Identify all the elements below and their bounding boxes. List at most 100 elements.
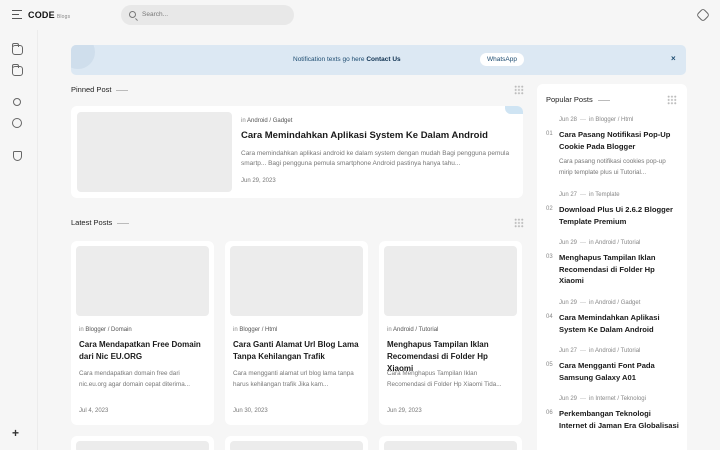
users-icon[interactable] bbox=[13, 98, 21, 106]
post-card[interactable]: in Blogger / Domain Cara Mendapatkan Fre… bbox=[71, 241, 214, 425]
category-link[interactable]: Blogger / Html bbox=[239, 327, 277, 333]
notification-message: Notification texts go here bbox=[293, 56, 365, 63]
pinned-thumbnail[interactable] bbox=[77, 112, 232, 192]
in-label: in bbox=[589, 240, 594, 246]
category-link[interactable]: Android / Gadget bbox=[247, 118, 292, 124]
popular-meta: Jun 29— in Internet / Teknologi bbox=[559, 396, 646, 402]
post-card-partial[interactable] bbox=[379, 436, 522, 450]
pinned-section-title: Pinned Post bbox=[71, 85, 128, 94]
post-category[interactable]: in Blogger / Domain bbox=[79, 327, 132, 333]
popular-number: 01 bbox=[546, 131, 553, 137]
post-card[interactable]: in Blogger / Html Cara Ganti Alamat Url … bbox=[225, 241, 368, 425]
category-link[interactable]: Blogger / Html bbox=[595, 117, 633, 123]
category-link[interactable]: Blogger / Domain bbox=[85, 327, 131, 333]
category-link[interactable]: Android / Tutorial bbox=[595, 348, 640, 354]
popular-number: 06 bbox=[546, 410, 553, 416]
logo-text: CODE bbox=[28, 10, 55, 20]
left-sidebar: + bbox=[0, 30, 38, 450]
post-thumbnail[interactable] bbox=[384, 246, 517, 316]
popular-meta: Jun 27— in Android / Tutorial bbox=[559, 348, 641, 354]
category-link[interactable]: Android / Tutorial bbox=[393, 327, 438, 333]
menu-icon[interactable] bbox=[12, 10, 22, 19]
popular-date: Jun 29 bbox=[559, 300, 578, 306]
popular-number: 05 bbox=[546, 362, 553, 368]
post-category[interactable]: in Android / Tutorial bbox=[387, 327, 438, 333]
popular-date: Jun 29 bbox=[559, 396, 578, 402]
category-link[interactable]: Android / Gadget bbox=[595, 300, 640, 306]
folder-icon[interactable] bbox=[12, 43, 23, 55]
popular-title[interactable]: Menghapus Tampilan Iklan Recomendasi di … bbox=[559, 252, 679, 287]
popular-date: Jun 27 bbox=[559, 192, 578, 198]
pinned-post-title[interactable]: Cara Memindahkan Aplikasi System Ke Dala… bbox=[241, 130, 488, 141]
post-thumbnail[interactable] bbox=[384, 441, 517, 450]
post-card-partial[interactable] bbox=[225, 436, 368, 450]
post-date: Jun 29, 2023 bbox=[387, 408, 422, 414]
popular-number: 02 bbox=[546, 206, 553, 212]
post-thumbnail[interactable] bbox=[76, 246, 209, 316]
popular-title[interactable]: Download Plus Ui 2.6.2 Blogger Template … bbox=[559, 204, 679, 227]
shield-icon[interactable] bbox=[13, 151, 22, 161]
pinned-post-snippet: Cara memindahkan aplikasi android ke dal… bbox=[241, 150, 510, 167]
search-placeholder: Search... bbox=[142, 11, 169, 18]
circle-icon[interactable] bbox=[12, 118, 22, 128]
popular-meta: Jun 28— in Blogger / Html bbox=[559, 117, 634, 123]
category-link[interactable]: Template bbox=[595, 192, 619, 198]
popular-date: Jun 27 bbox=[559, 348, 578, 354]
popular-snippet: Cara pasang notifikasi cookies pop-up mi… bbox=[559, 158, 666, 176]
add-icon[interactable]: + bbox=[12, 426, 19, 440]
category-link[interactable]: Android / Tutorial bbox=[595, 240, 640, 246]
post-thumbnail[interactable] bbox=[230, 441, 363, 450]
post-date: Jun 30, 2023 bbox=[233, 408, 268, 414]
top-header: CODE Blogs Search... bbox=[0, 0, 720, 30]
popular-date: Jun 28 bbox=[559, 117, 578, 123]
popular-meta: Jun 29— in Android / Tutorial bbox=[559, 240, 641, 246]
post-date: Jul 4, 2023 bbox=[79, 408, 109, 414]
pinned-badge bbox=[505, 106, 523, 114]
logo-sub: Blogs bbox=[56, 14, 71, 20]
in-label: in bbox=[589, 192, 594, 198]
close-icon[interactable]: × bbox=[671, 54, 676, 63]
theme-toggle-icon[interactable] bbox=[695, 7, 711, 23]
contact-us-link[interactable]: Contact Us bbox=[366, 56, 400, 63]
post-title[interactable]: Cara Mendapatkan Free Domain dari Nic EU… bbox=[79, 339, 207, 363]
in-label: in bbox=[589, 396, 594, 402]
popular-meta: Jun 29— in Android / Gadget bbox=[559, 300, 641, 306]
post-card[interactable]: in Android / Tutorial Menghapus Tampilan… bbox=[379, 241, 522, 425]
in-label: in bbox=[589, 117, 594, 123]
post-thumbnail[interactable] bbox=[76, 441, 209, 450]
popular-meta: Jun 27— in Template bbox=[559, 192, 620, 198]
popular-number: 03 bbox=[546, 254, 553, 260]
category-link[interactable]: Internet / Teknologi bbox=[595, 396, 646, 402]
latest-section-title: Latest Posts bbox=[71, 218, 129, 227]
post-snippet: Cara mengganti alamat url blog lama tanp… bbox=[233, 370, 354, 388]
post-thumbnail[interactable] bbox=[230, 246, 363, 316]
in-label: in bbox=[387, 327, 392, 333]
popular-posts-widget: Popular Posts Jun 28— in Blogger / Html 0… bbox=[537, 84, 687, 450]
popular-title[interactable]: Perkembangan Teknologi Internet di Jaman… bbox=[559, 408, 679, 431]
popular-title[interactable]: Cara Mengganti Font Pada Samsung Galaxy … bbox=[559, 360, 679, 383]
in-label: in bbox=[79, 327, 84, 333]
post-title[interactable]: Cara Ganti Alamat Url Blog Lama Tanpa Ke… bbox=[233, 339, 361, 363]
pinned-post-card[interactable]: in Android / Gadget Cara Memindahkan Apl… bbox=[71, 106, 523, 198]
grid-icon bbox=[667, 95, 677, 105]
post-snippet: Cara mendapatkan domain free dari nic.eu… bbox=[79, 370, 190, 388]
popular-date: Jun 29 bbox=[559, 240, 578, 246]
in-label: in bbox=[589, 300, 594, 306]
post-category[interactable]: in Blogger / Html bbox=[233, 327, 277, 333]
search-icon bbox=[129, 11, 136, 18]
site-logo[interactable]: CODE Blogs bbox=[28, 10, 70, 20]
pinned-category[interactable]: in Android / Gadget bbox=[241, 118, 292, 124]
grid-icon bbox=[514, 218, 524, 228]
popular-section-title: Popular Posts bbox=[546, 95, 610, 104]
whatsapp-button[interactable]: WhatsApp bbox=[480, 53, 524, 66]
popular-title[interactable]: Cara Pasang Notifikasi Pop-Up Cookie Pad… bbox=[559, 129, 679, 152]
in-label: in bbox=[589, 348, 594, 354]
notification-text: Notification texts go here Contact Us bbox=[293, 56, 401, 63]
folder-icon[interactable] bbox=[12, 64, 23, 76]
popular-title[interactable]: Cara Memindahkan Aplikasi System Ke Dala… bbox=[559, 312, 679, 335]
pinned-post-date: Jun 29, 2023 bbox=[241, 178, 276, 184]
post-card-partial[interactable] bbox=[71, 436, 214, 450]
search-input[interactable]: Search... bbox=[121, 5, 294, 25]
notification-decoration bbox=[71, 45, 95, 69]
notification-bar: Notification texts go here Contact Us Wh… bbox=[71, 45, 686, 75]
